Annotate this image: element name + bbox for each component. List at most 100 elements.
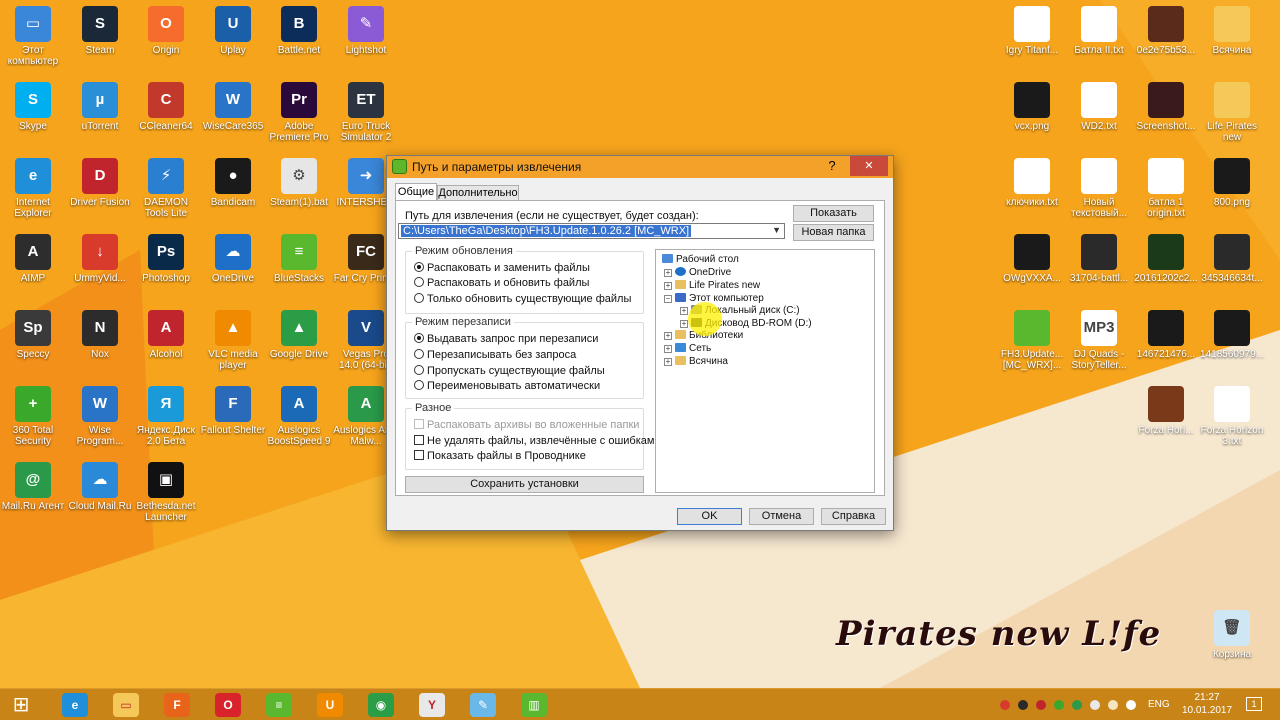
desktop-icon[interactable]: U Uplay [200, 6, 266, 56]
tree-node-onedrive[interactable]: + OneDrive [664, 267, 731, 279]
save-settings-button[interactable]: Сохранить установки [405, 476, 644, 493]
checkbox[interactable] [414, 435, 424, 445]
tab-general[interactable]: Общие [395, 183, 437, 201]
help-icon[interactable]: ? [817, 156, 847, 176]
misc-option-show-explorer[interactable]: Показать файлы в Проводнике [414, 450, 586, 462]
radio[interactable] [414, 277, 424, 287]
tree-node-life-pirates[interactable]: + Life Pirates new [664, 280, 760, 292]
overwrite-option-no-ask[interactable]: Перезаписывать без запроса [414, 349, 576, 361]
desktop-icon[interactable]: ▣ Bethesda.net Launcher [133, 462, 199, 523]
desktop-icon[interactable]: 146721476... [1133, 310, 1199, 360]
tree-node-desktop[interactable]: Рабочий стол [662, 254, 739, 266]
taskbar-yandex-icon[interactable]: Y [419, 693, 445, 717]
desktop-icon[interactable]: 20161202c2... [1133, 234, 1199, 284]
tree-node-this-pc[interactable]: − Этот компьютер [664, 293, 764, 305]
desktop-icon[interactable]: ≡ BlueStacks [266, 234, 332, 284]
expand-icon[interactable]: + [664, 332, 672, 340]
tray-app-icon[interactable] [1018, 700, 1028, 710]
desktop-icon[interactable]: Igry Titanf... [999, 6, 1065, 56]
tray-app-icon[interactable] [1000, 700, 1010, 710]
desktop-icon[interactable]: Батла II.txt [1066, 6, 1132, 56]
update-option-update[interactable]: Распаковать и обновить файлы [414, 277, 589, 289]
desktop-icon[interactable]: B Battle.net [266, 6, 332, 56]
checkbox[interactable] [414, 450, 424, 460]
desktop-icon[interactable]: Forza Horizon 3.txt [1199, 386, 1265, 447]
desktop-icon[interactable]: Новый текстовый... [1066, 158, 1132, 219]
tree-node-network[interactable]: + Сеть [664, 343, 711, 355]
misc-option-keep-broken[interactable]: Не удалять файлы, извлечённые с ошибками [414, 435, 661, 447]
desktop-icon[interactable]: ET Euro Truck Simulator 2 [333, 82, 399, 143]
new-folder-button[interactable]: Новая папка [793, 224, 874, 241]
desktop-icon[interactable]: A AIMP [0, 234, 66, 284]
language-indicator[interactable]: ENG [1148, 699, 1170, 710]
radio[interactable] [414, 365, 424, 375]
desktop-icon[interactable]: 0e2e75b53... [1133, 6, 1199, 56]
desktop-icon[interactable]: e Internet Explorer [0, 158, 66, 219]
cancel-button[interactable]: Отмена [749, 508, 814, 525]
desktop-icon[interactable]: ▭ Этот компьютер [0, 6, 66, 67]
desktop-icon[interactable]: F Fallout Shelter [200, 386, 266, 436]
desktop-icon[interactable]: ↓ UmmyVid... [67, 234, 133, 284]
desktop-icon[interactable]: FH3.Update... [MC_WRX]... [999, 310, 1065, 371]
path-combobox[interactable]: C:\Users\TheGa\Desktop\FH3.Update.1.0.26… [398, 223, 785, 239]
overwrite-option-rename[interactable]: Переименовывать автоматически [414, 380, 600, 392]
radio[interactable] [414, 349, 424, 359]
expand-icon[interactable]: + [664, 269, 672, 277]
radio-selected[interactable] [414, 262, 424, 272]
desktop-icon[interactable]: 31704-battl... [1066, 234, 1132, 284]
chevron-down-icon[interactable]: ▼ [772, 225, 781, 235]
close-icon[interactable]: ✕ [850, 156, 888, 176]
tray-app-icon[interactable] [1054, 700, 1064, 710]
desktop-icon[interactable]: ✎ Lightshot [333, 6, 399, 56]
help-button[interactable]: Справка [821, 508, 886, 525]
desktop-icon[interactable]: ⚡ DAEMON Tools Lite [133, 158, 199, 219]
desktop-icon[interactable]: A Alcohol [133, 310, 199, 360]
desktop-icon[interactable]: C CCleaner64 [133, 82, 199, 132]
overwrite-option-skip[interactable]: Пропускать существующие файлы [414, 365, 605, 377]
taskbar-file-explorer-icon[interactable]: ▭ [113, 693, 139, 717]
desktop-icon[interactable]: ☁ OneDrive [200, 234, 266, 284]
expand-icon[interactable]: + [680, 307, 688, 315]
collapse-icon[interactable]: − [664, 295, 672, 303]
tray-app-icon[interactable] [1108, 700, 1118, 710]
desktop-icon[interactable]: батла 1 origin.txt [1133, 158, 1199, 219]
taskbar-opera-icon[interactable]: O [215, 693, 241, 717]
taskbar-winrar-archive-icon[interactable]: ▥ [521, 693, 547, 717]
desktop-icon[interactable]: µ uTorrent [67, 82, 133, 132]
tree-node-vsyachina[interactable]: + Всячина [664, 356, 728, 368]
desktop-icon[interactable]: N Nox [67, 310, 133, 360]
update-option-existing-only[interactable]: Только обновить существующие файлы [414, 293, 631, 305]
expand-icon[interactable]: + [664, 345, 672, 353]
desktop-icon[interactable]: Forza Hori... [1133, 386, 1199, 436]
desktop-icon[interactable]: Screenshot... [1133, 82, 1199, 132]
desktop-icon[interactable]: Pr Adobe Premiere Pro [266, 82, 332, 143]
radio-selected[interactable] [414, 333, 424, 343]
desktop-icon[interactable]: A Auslogics BoostSpeed 9 [266, 386, 332, 447]
start-icon[interactable]: ⊞ [8, 693, 34, 717]
desktop-icon[interactable]: MP3 DJ Quads - StoryTeller... [1066, 310, 1132, 371]
update-option-replace[interactable]: Распаковать и заменить файлы [414, 262, 590, 274]
desktop-icon[interactable]: ▲ Google Drive [266, 310, 332, 360]
dialog-titlebar[interactable]: Путь и параметры извлечения ? ✕ [387, 156, 893, 178]
desktop-icon[interactable]: W Wise Program... [67, 386, 133, 447]
desktop-icon[interactable]: OWgVXXA... [999, 234, 1065, 284]
desktop-icon[interactable]: Ps Photoshop [133, 234, 199, 284]
volume-icon[interactable] [1126, 700, 1136, 710]
desktop-icon[interactable]: +360 Total Security [0, 386, 66, 447]
tab-advanced[interactable]: Дополнительно [437, 185, 519, 201]
expand-icon[interactable]: + [664, 282, 672, 290]
desktop-icon[interactable]: ⚙ Steam(1).bat [266, 158, 332, 208]
desktop-icon[interactable]: Я Яндекс.Диск 2.0 Бета [133, 386, 199, 447]
taskbar-firefox-icon[interactable]: F [164, 693, 190, 717]
folder-tree[interactable]: Рабочий стол + OneDrive + Life Pirates new… [655, 249, 875, 493]
network-icon[interactable] [1090, 700, 1100, 710]
desktop-icon[interactable]: 🗑 Корзина [1199, 610, 1265, 660]
tray-app-icon[interactable] [1036, 700, 1046, 710]
taskbar-internet-explorer-icon[interactable]: e [62, 693, 88, 717]
desktop-icon[interactable]: S Steam [67, 6, 133, 56]
overwrite-option-ask[interactable]: Выдавать запрос при перезаписи [414, 333, 598, 345]
desktop-icon[interactable]: 345346634t... [1199, 234, 1265, 284]
notification-icon[interactable]: 1 [1246, 697, 1262, 711]
desktop-icon[interactable]: 1418560979... [1199, 310, 1265, 360]
path-input-value[interactable]: C:\Users\TheGa\Desktop\FH3.Update.1.0.26… [401, 225, 692, 237]
